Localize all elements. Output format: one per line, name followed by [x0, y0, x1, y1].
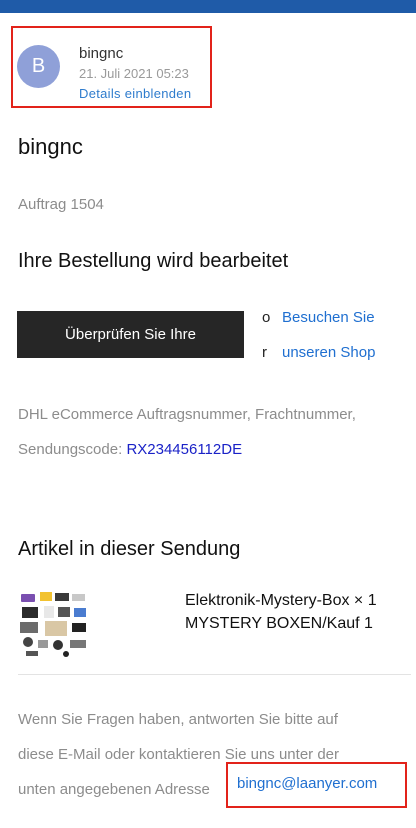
show-details-link[interactable]: Details einblenden [79, 86, 191, 101]
items-section-title: Artikel in dieser Sendung [18, 538, 241, 560]
tracking-label: Sendungscode: [18, 441, 123, 458]
visit-shop-link-line-2[interactable]: unseren Shop [282, 344, 375, 361]
mystery-box-product-image [20, 592, 86, 657]
sender-avatar: B [17, 45, 60, 88]
review-order-label: Überprüfen Sie Ihre [65, 326, 196, 343]
app-top-bar [0, 0, 416, 13]
order-status-headline: Ihre Bestellung wird bearbeitet [18, 250, 289, 272]
review-order-button[interactable]: Überprüfen Sie Ihre [17, 311, 244, 358]
sender-name: bingnc [79, 45, 124, 62]
contact-email-link[interactable]: bingnc@laanyer.com [237, 775, 377, 792]
tracking-code-line: Sendungscode: RX234456112DE [18, 432, 410, 467]
order-number: Auftrag 1504 [18, 196, 104, 213]
avatar-letter: B [31, 55, 46, 77]
tracking-text: DHL eCommerce Auftragsnummer, Frachtnumm… [18, 406, 356, 423]
visit-shop-bullet-2: r [262, 344, 267, 361]
visit-shop-bullet-1: o [262, 309, 271, 326]
item-subtitle: MYSTERY BOXEN/Kauf 1 [185, 615, 373, 632]
visit-shop-link-line-1[interactable]: Besuchen Sie [282, 309, 375, 326]
shop-name-heading: bingnc [18, 134, 83, 159]
item-title: Elektronik-Mystery-Box × 1 [185, 592, 377, 609]
footer-divider [18, 674, 411, 675]
tracking-info: DHL eCommerce Auftragsnummer, Frachtnumm… [18, 397, 410, 467]
footer-line-1: Wenn Sie Fragen haben, antworten Sie bit… [18, 711, 338, 728]
sender-date: 21. Juli 2021 05:23 [79, 66, 189, 81]
tracking-code-link[interactable]: RX234456112DE [126, 441, 242, 458]
